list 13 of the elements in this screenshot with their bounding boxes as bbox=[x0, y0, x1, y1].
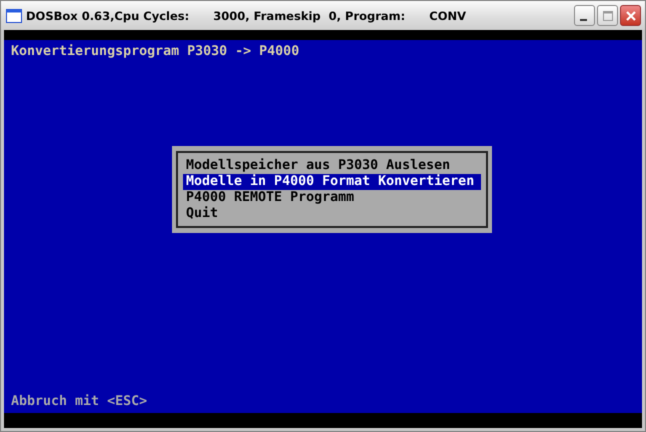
program-title: Konvertierungsprogram P3030 -> P4000 bbox=[10, 43, 300, 60]
close-icon bbox=[624, 10, 636, 22]
menu-item[interactable]: Quit bbox=[183, 206, 481, 222]
menu-item[interactable]: Modellspeicher aus P3030 Auslesen bbox=[183, 158, 481, 174]
app-icon bbox=[6, 8, 22, 22]
minimize-button[interactable] bbox=[574, 5, 595, 26]
menu-item[interactable]: P4000 REMOTE Programm bbox=[183, 190, 481, 206]
status-hint: Abbruch mit <ESC> bbox=[10, 394, 148, 411]
window-title: DOSBox 0.63,Cpu Cycles: 3000, Frameskip 0, Program: CONV bbox=[26, 8, 468, 22]
minimize-icon bbox=[580, 18, 586, 20]
menu-item[interactable]: Modelle in P4000 Format Konvertieren bbox=[183, 174, 481, 190]
close-button[interactable] bbox=[620, 5, 641, 26]
maximize-icon bbox=[602, 10, 612, 20]
